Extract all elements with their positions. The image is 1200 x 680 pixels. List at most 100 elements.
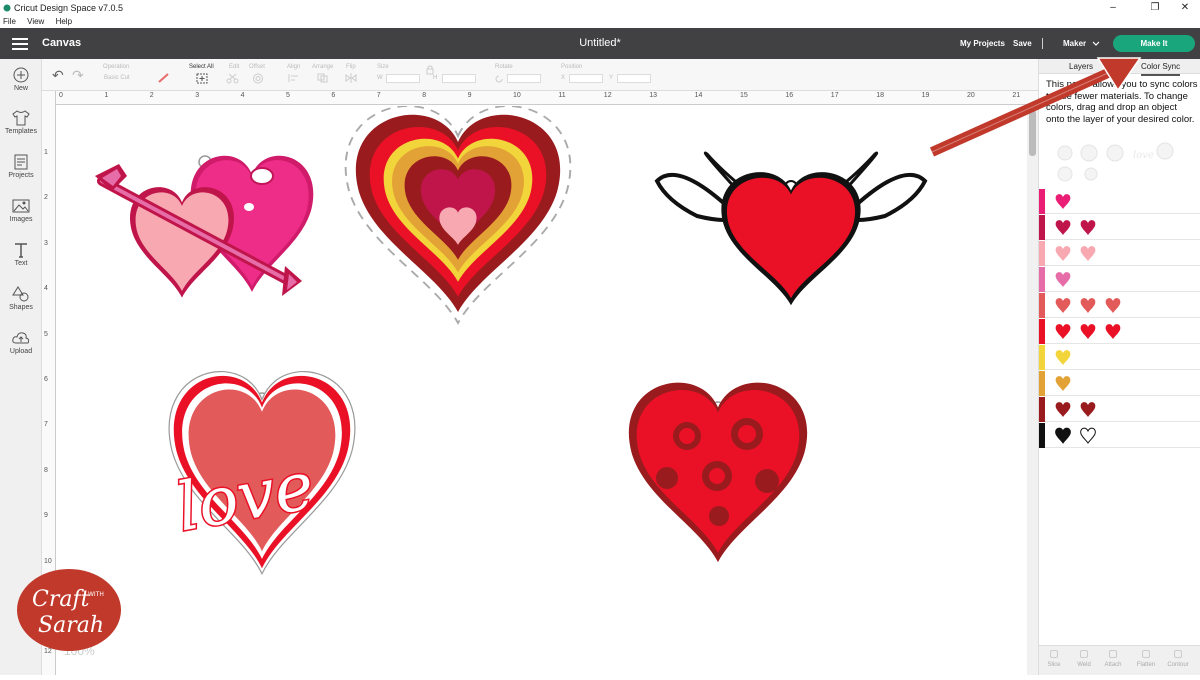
make-it-button[interactable]: Make It (1113, 35, 1195, 52)
flatten-button[interactable]: Flatten (1131, 662, 1161, 668)
operation-select[interactable]: Basic Cut (104, 75, 130, 81)
layer-heart-icon[interactable] (1055, 220, 1071, 235)
color-layer-row[interactable] (1039, 397, 1200, 422)
color-layer-row[interactable] (1039, 345, 1200, 370)
color-layer-row[interactable] (1039, 319, 1200, 344)
scissors-icon[interactable] (226, 73, 240, 84)
layer-heart-icon[interactable] (1080, 324, 1096, 339)
mandala-heart-design[interactable] (344, 104, 572, 325)
layer-heart-icon[interactable] (1055, 427, 1071, 444)
layer-heart-icon[interactable] (1055, 402, 1071, 417)
chevron-down-icon[interactable] (1092, 41, 1100, 47)
undo-icon[interactable]: ↶ (52, 67, 64, 84)
layer-thumbnails[interactable] (1055, 374, 1135, 393)
layer-heart-icon[interactable] (1055, 298, 1071, 313)
layer-heart-icon[interactable] (1080, 402, 1096, 417)
color-layer-row[interactable] (1039, 267, 1200, 292)
layer-thumbnails[interactable] (1055, 400, 1135, 419)
minimize-button[interactable]: – (1098, 0, 1128, 16)
pos-x-label: X (561, 75, 566, 81)
layer-thumbnails[interactable] (1055, 270, 1135, 289)
tab-layers[interactable]: Layers (1069, 59, 1093, 74)
shapes-button[interactable]: Shapes (0, 286, 42, 311)
x-field[interactable] (569, 74, 603, 83)
contour-button[interactable]: Contour (1163, 662, 1193, 668)
layer-heart-icon[interactable] (1055, 324, 1071, 339)
color-layer-row[interactable] (1039, 423, 1200, 448)
love-heart-design[interactable]: love (168, 370, 356, 575)
arrange-icon[interactable] (317, 73, 329, 83)
width-field[interactable] (386, 74, 420, 83)
offset-icon[interactable] (252, 73, 264, 84)
layer-thumbnails[interactable] (1055, 296, 1135, 315)
color-layer-row[interactable] (1039, 371, 1200, 396)
color-sync-description: This panel allows you to sync colors to … (1046, 79, 1198, 125)
ruler-top-number: 11 (558, 92, 566, 99)
my-projects-button[interactable]: My Projects (960, 28, 1005, 59)
y-field[interactable] (617, 74, 651, 83)
layer-thumbnails[interactable] (1055, 322, 1135, 341)
layer-heart-icon[interactable] (1080, 427, 1096, 444)
color-layer-row[interactable] (1039, 293, 1200, 318)
text-button[interactable]: Text (0, 242, 42, 267)
color-bar (1039, 345, 1045, 370)
layer-heart-icon[interactable] (1055, 376, 1071, 391)
save-button[interactable]: Save (1013, 28, 1032, 59)
images-button[interactable]: Images (0, 198, 42, 223)
weld-button[interactable]: Weld (1069, 662, 1099, 668)
align-icon[interactable] (288, 73, 300, 83)
rose-heart-design[interactable] (628, 382, 808, 563)
flip-icon[interactable] (345, 73, 357, 83)
restore-button[interactable]: ❐ (1140, 0, 1170, 16)
canvas-label: Canvas (42, 37, 82, 49)
pen-color-icon[interactable] (158, 73, 170, 83)
ruler-top-number: 0 (59, 92, 63, 99)
scrollbar-thumb[interactable] (1029, 110, 1036, 156)
machine-selector[interactable]: Maker (1063, 28, 1086, 59)
layer-heart-icon[interactable] (1080, 298, 1096, 313)
ruler-left-number: 7 (44, 421, 48, 429)
winged-heart-design[interactable] (654, 151, 928, 306)
app-title: Cricut Design Space v7.0.5 (14, 3, 124, 13)
layer-thumbnails[interactable] (1055, 244, 1135, 263)
ruler-top-number: 14 (694, 92, 703, 99)
menu-help[interactable]: Help (56, 17, 72, 26)
layer-heart-icon[interactable] (1105, 298, 1121, 313)
redo-icon[interactable]: ↷ (72, 67, 84, 84)
vertical-scrollbar[interactable] (1027, 106, 1038, 675)
new-button[interactable]: New (0, 67, 42, 92)
double-heart-arrow-design[interactable] (95, 155, 314, 298)
select-all-icon[interactable] (196, 73, 208, 84)
layer-thumbnails[interactable] (1055, 426, 1135, 445)
layer-heart-icon[interactable] (1105, 324, 1121, 339)
layer-heart-icon[interactable] (1080, 246, 1096, 261)
projects-button[interactable]: Projects (0, 154, 42, 179)
upload-button[interactable]: Upload (0, 330, 42, 355)
shapes-label: Shapes (9, 304, 33, 311)
ruler-top-number: 15 (740, 92, 748, 99)
hamburger-menu-icon[interactable] (12, 38, 28, 50)
color-layer-row[interactable] (1039, 189, 1200, 214)
slice-button[interactable]: Slice (1039, 662, 1069, 668)
layer-heart-icon[interactable] (1055, 272, 1071, 287)
lock-icon[interactable] (426, 65, 434, 75)
menu-file[interactable]: File (3, 17, 16, 26)
layer-heart-icon[interactable] (1055, 194, 1071, 209)
rotate-field[interactable] (507, 74, 541, 83)
height-field[interactable] (442, 74, 476, 83)
layer-thumbnails[interactable] (1055, 348, 1135, 367)
templates-button[interactable]: Templates (0, 110, 42, 135)
attach-button[interactable]: Attach (1098, 662, 1128, 668)
tab-color-sync[interactable]: Color Sync (1141, 59, 1181, 76)
layer-thumbnails[interactable] (1055, 218, 1135, 237)
menu-view[interactable]: View (27, 17, 44, 26)
close-button[interactable]: ✕ (1170, 0, 1200, 16)
layer-heart-icon[interactable] (1080, 220, 1096, 235)
layer-thumbnails[interactable] (1055, 192, 1135, 211)
color-layer-row[interactable] (1039, 215, 1200, 240)
color-layer-row[interactable] (1039, 241, 1200, 266)
design-canvas[interactable]: love (57, 104, 1027, 675)
shapes-icon (12, 286, 29, 302)
layer-heart-icon[interactable] (1055, 246, 1071, 261)
layer-heart-icon[interactable] (1055, 350, 1071, 365)
